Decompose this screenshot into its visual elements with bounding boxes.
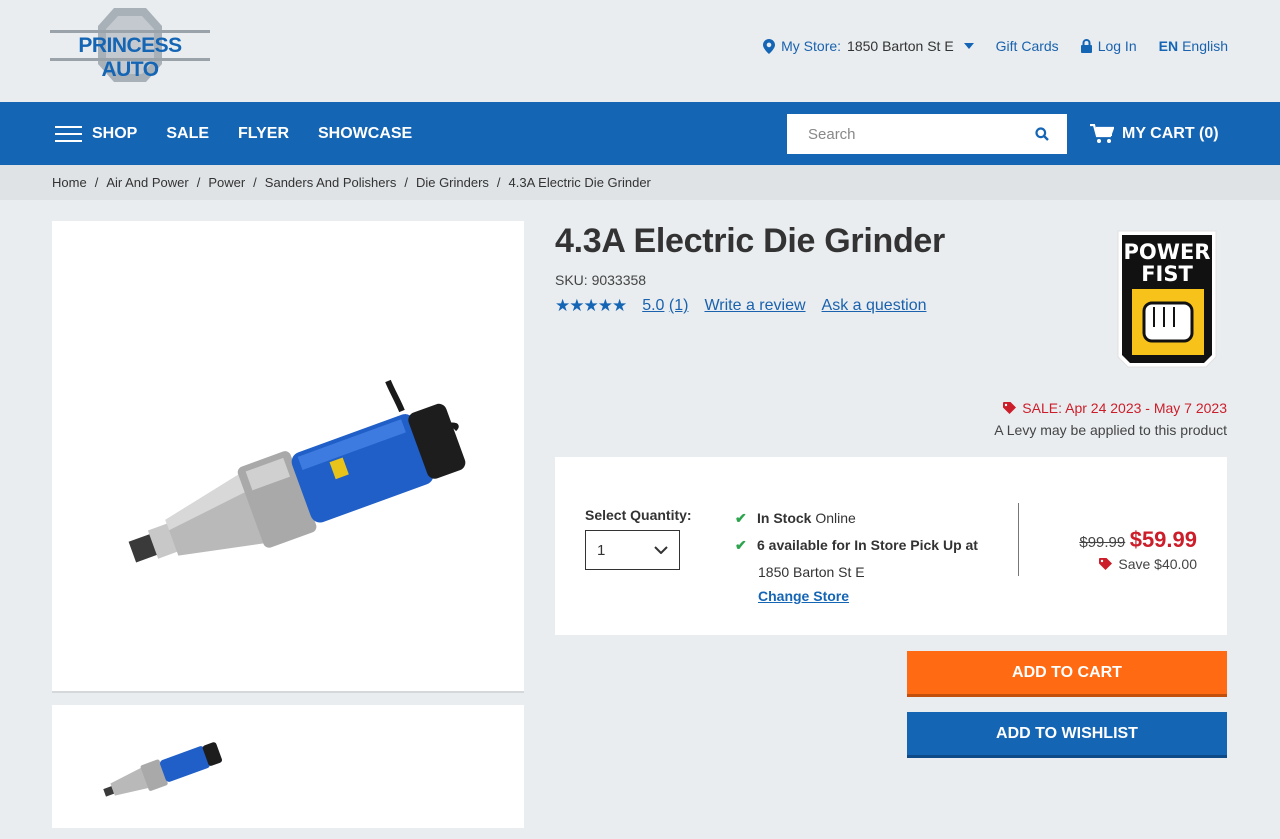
nav-sale[interactable]: SALE bbox=[166, 125, 209, 143]
pickup-row: ✔ 6 available for In Store Pick Up at bbox=[735, 532, 978, 559]
my-store-name: 1850 Barton St E bbox=[847, 38, 954, 54]
power-fist-brand-logo[interactable]: POWER FIST bbox=[1112, 229, 1222, 369]
purchase-box: Select Quantity: 1 ✔ In Stock Online ✔ 6… bbox=[555, 457, 1227, 635]
rating-row: ★★★★★ 5.0 (1) Write a review Ask a quest… bbox=[555, 296, 926, 316]
breadcrumb: Home / Air And Power / Power / Sanders And … bbox=[0, 165, 1280, 200]
save-text: Save $40.00 bbox=[1118, 556, 1197, 572]
breadcrumb-current: 4.3A Electric Die Grinder bbox=[508, 175, 651, 190]
breadcrumb-die-grinders[interactable]: Die Grinders bbox=[416, 175, 489, 190]
price-block: $99.99 $59.99 Save $40.00 bbox=[1079, 527, 1197, 572]
quantity-label: Select Quantity: bbox=[585, 507, 692, 523]
die-grinder-image bbox=[128, 379, 466, 563]
product-sku: SKU: 9033358 bbox=[555, 272, 647, 288]
availability: ✔ In Stock Online ✔ 6 available for In S… bbox=[735, 505, 978, 606]
shopping-cart-icon bbox=[1090, 123, 1114, 143]
product-main-image[interactable] bbox=[52, 221, 524, 693]
add-to-cart-button[interactable]: ADD TO CART bbox=[907, 651, 1227, 697]
price-tag-icon bbox=[1099, 558, 1113, 570]
my-store-selector[interactable]: My Store: 1850 Barton St E bbox=[763, 38, 974, 54]
language-switch[interactable]: EN English bbox=[1159, 38, 1228, 54]
rating-value[interactable]: 5.0 bbox=[642, 297, 664, 314]
online-label: Online bbox=[811, 510, 856, 526]
rating-link[interactable]: 5.0 (1) bbox=[642, 297, 688, 315]
price-tag-icon bbox=[1003, 402, 1017, 414]
nav-shop-label: SHOP bbox=[92, 124, 138, 142]
pickup-text: 6 available for In Store Pick Up at bbox=[757, 537, 978, 553]
logo-text: PRINCESS AUTO bbox=[78, 34, 182, 81]
princess-auto-logo[interactable]: PRINCESS AUTO bbox=[50, 8, 210, 82]
in-stock-label: In Stock bbox=[757, 510, 812, 526]
change-store-link[interactable]: Change Store bbox=[758, 588, 849, 604]
log-in-label: Log In bbox=[1097, 38, 1137, 54]
top-header: PRINCESS AUTO My Store: 1850 Barton St E… bbox=[0, 0, 1280, 102]
main-nav: SHOP SALE FLYER SHOWCASE MY CART (0) bbox=[0, 102, 1280, 165]
power-fist-logo-icon: POWER FIST bbox=[1117, 230, 1217, 368]
breadcrumb-air-and-power[interactable]: Air And Power bbox=[106, 175, 188, 190]
search-bar bbox=[787, 114, 1067, 154]
brand-line-2: FIST bbox=[1141, 262, 1193, 286]
search-button[interactable] bbox=[1017, 127, 1067, 141]
sale-dates: SALE: Apr 24 2023 - May 7 2023 bbox=[1003, 400, 1227, 416]
write-review-link[interactable]: Write a review bbox=[704, 297, 805, 315]
nav-flyer[interactable]: FLYER bbox=[238, 125, 289, 143]
sale-price: $59.99 bbox=[1129, 527, 1197, 552]
check-icon: ✔ bbox=[735, 537, 747, 553]
log-in-link[interactable]: Log In bbox=[1080, 38, 1137, 54]
language-name: English bbox=[1182, 38, 1228, 54]
my-cart-button[interactable]: MY CART (0) bbox=[1090, 102, 1219, 165]
quantity-value: 1 bbox=[597, 541, 606, 559]
lock-icon bbox=[1080, 39, 1092, 53]
ask-question-link[interactable]: Ask a question bbox=[822, 297, 927, 315]
breadcrumb-sanders-and-polishers[interactable]: Sanders And Polishers bbox=[265, 175, 397, 190]
sale-text: SALE: Apr 24 2023 - May 7 2023 bbox=[1022, 400, 1227, 416]
map-pin-icon bbox=[763, 38, 776, 54]
die-grinder-thumbnail bbox=[103, 742, 222, 797]
caret-down-icon bbox=[963, 43, 974, 49]
check-icon: ✔ bbox=[735, 510, 747, 526]
savings: Save $40.00 bbox=[1079, 556, 1197, 572]
chevron-down-icon bbox=[654, 546, 668, 554]
quantity-select[interactable]: 1 bbox=[585, 530, 680, 570]
nav-showcase[interactable]: SHOWCASE bbox=[318, 125, 412, 143]
my-cart-label: MY CART (0) bbox=[1122, 124, 1219, 142]
rating-stars-icon: ★★★★★ bbox=[555, 296, 627, 315]
search-icon bbox=[1035, 127, 1049, 141]
product-title: 4.3A Electric Die Grinder bbox=[555, 222, 945, 260]
review-count[interactable]: (1) bbox=[669, 297, 689, 314]
my-store-label: My Store: bbox=[781, 38, 842, 54]
utility-links: My Store: 1850 Barton St E Gift Cards Lo… bbox=[763, 38, 1228, 54]
add-to-wishlist-button[interactable]: ADD TO WISHLIST bbox=[907, 712, 1227, 758]
search-input[interactable] bbox=[787, 114, 1017, 154]
brand-line-1: POWER bbox=[1124, 240, 1211, 264]
pickup-store: 1850 Barton St E bbox=[758, 564, 865, 580]
product-thumbnail[interactable] bbox=[52, 705, 524, 828]
nav-shop[interactable]: SHOP bbox=[55, 125, 137, 143]
levy-notice: A Levy may be applied to this product bbox=[994, 422, 1227, 438]
breadcrumb-power[interactable]: Power bbox=[208, 175, 245, 190]
online-stock-row: ✔ In Stock Online bbox=[735, 505, 978, 532]
gift-cards-link[interactable]: Gift Cards bbox=[996, 38, 1059, 54]
language-code: EN bbox=[1158, 38, 1179, 54]
was-price: $99.99 bbox=[1079, 534, 1126, 551]
hamburger-menu-icon bbox=[55, 125, 82, 142]
breadcrumb-home[interactable]: Home bbox=[52, 175, 87, 190]
divider bbox=[1018, 503, 1019, 576]
